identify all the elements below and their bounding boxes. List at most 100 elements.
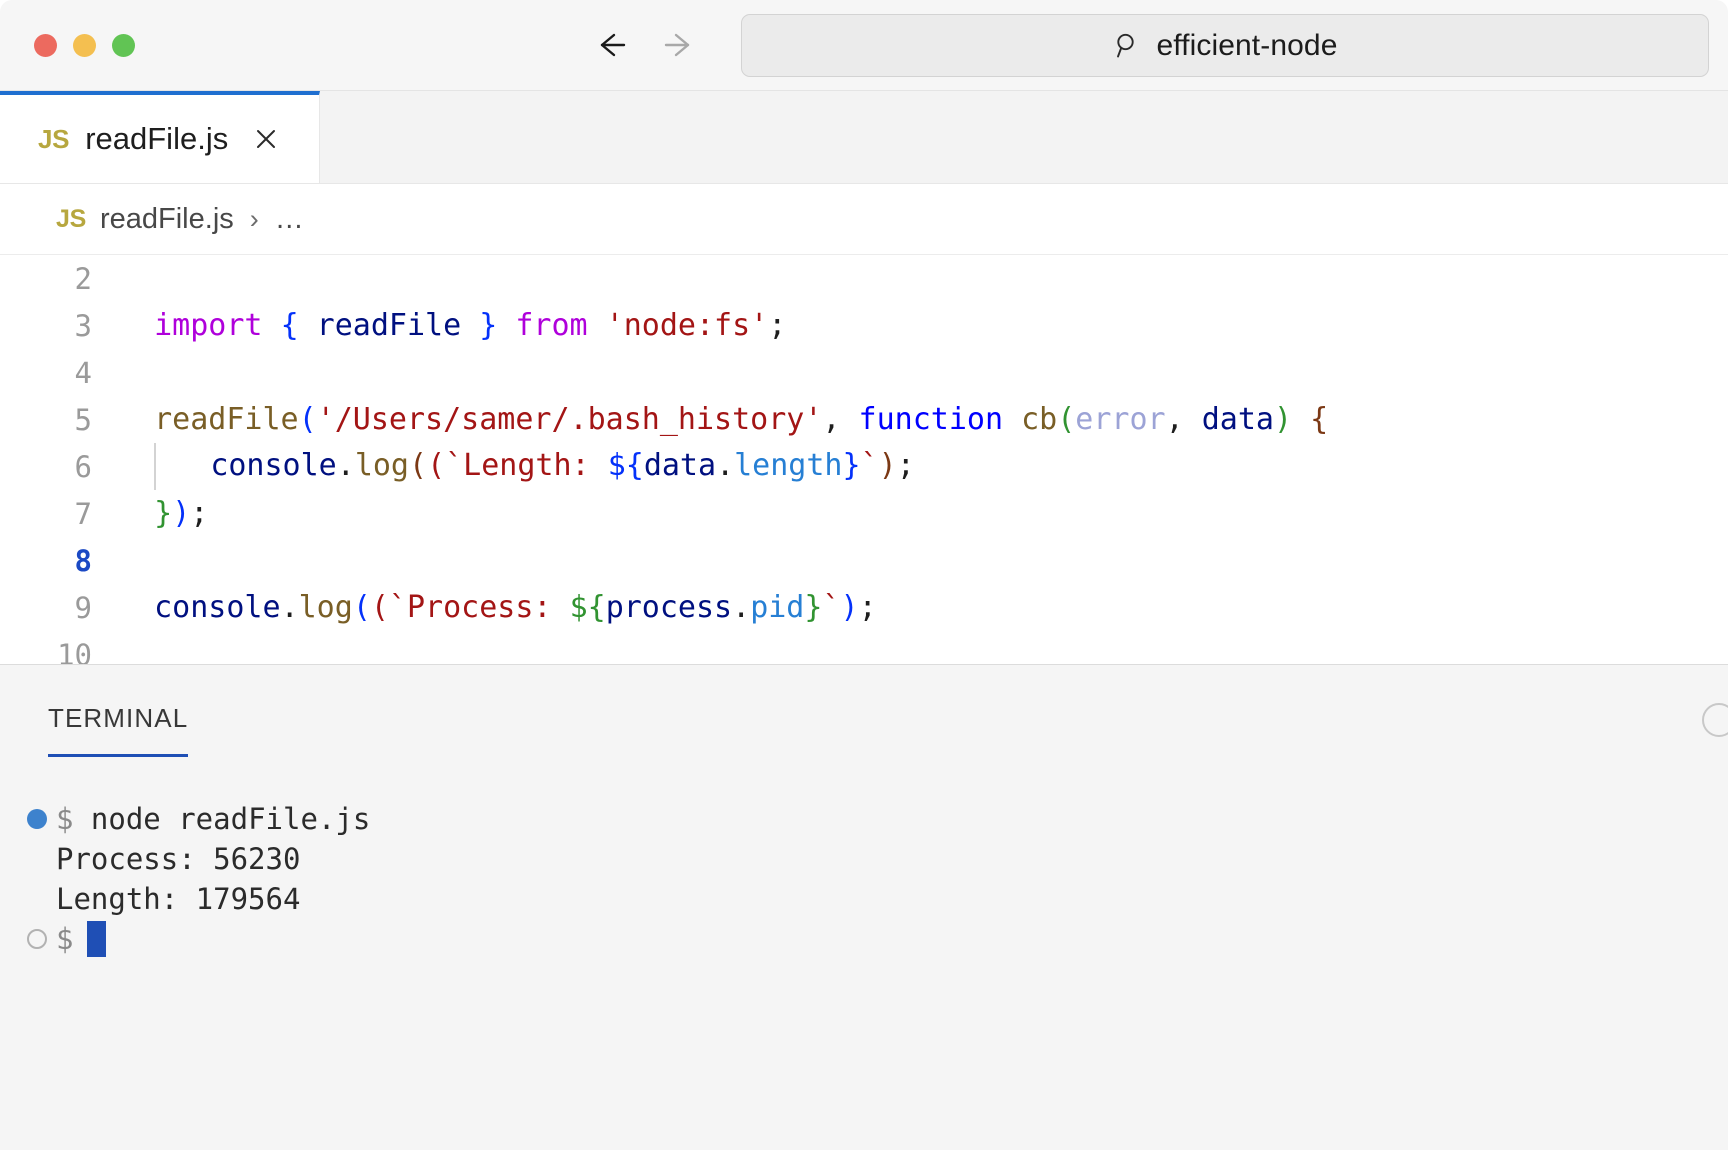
token-log: log bbox=[298, 590, 353, 625]
token-from-keyword: from bbox=[497, 308, 606, 343]
command-status-marker bbox=[18, 849, 56, 869]
code-line-2: 2 bbox=[0, 255, 1728, 302]
line-content[interactable]: readFile('/Users/samer/.bash_history', f… bbox=[118, 402, 1328, 437]
traffic-lights bbox=[34, 33, 135, 57]
token-paren-open: ( bbox=[352, 590, 371, 625]
token-paren-close: ) bbox=[172, 496, 191, 531]
token-dollar-brace: ${ bbox=[607, 448, 644, 483]
line-number: 2 bbox=[74, 261, 92, 296]
token-semicolon: ; bbox=[190, 496, 209, 531]
token-data-var: data bbox=[643, 448, 717, 483]
navigation-buttons bbox=[593, 27, 697, 63]
command-success-dot bbox=[27, 809, 47, 829]
breadcrumb-file[interactable]: readFile.js bbox=[100, 203, 234, 236]
token-brace-end: } bbox=[804, 590, 823, 625]
minimize-window-button[interactable] bbox=[73, 33, 96, 57]
token-paren-open-2: ( bbox=[1057, 402, 1076, 437]
token-console: console bbox=[210, 448, 337, 483]
code-line-9: 9 console.log((`Process: ${process.pid}`… bbox=[0, 584, 1728, 631]
token-path-string: '/Users/samer/.bash_history' bbox=[316, 402, 823, 437]
token-semicolon: ; bbox=[768, 308, 787, 343]
js-file-icon: JS bbox=[38, 123, 70, 154]
line-number: 10 bbox=[57, 637, 92, 665]
token-dot-2: . bbox=[716, 448, 735, 483]
token-function-keyword: function bbox=[858, 402, 1004, 437]
token-curly-close: } bbox=[154, 496, 173, 531]
code-line-5: 5 readFile('/Users/samer/.bash_history',… bbox=[0, 396, 1728, 443]
token-dot: . bbox=[336, 448, 355, 483]
no-marker bbox=[27, 849, 47, 869]
token-brace-end: } bbox=[842, 448, 861, 483]
terminal-output[interactable]: $ node readFile.js Process: 56230 Length… bbox=[0, 757, 1728, 1150]
token-semicolon: ; bbox=[896, 448, 915, 483]
code-line-6: 6 console.log((`Length: ${data.length}`)… bbox=[0, 443, 1728, 490]
token-template-open-length: (`Length: bbox=[427, 448, 608, 483]
search-input-value[interactable]: efficient-node bbox=[1157, 29, 1338, 63]
token-backtick-close: ` bbox=[860, 448, 879, 483]
token-brace-close: } bbox=[479, 308, 498, 343]
token-comma-2: , bbox=[1165, 402, 1202, 437]
tab-readfile-js[interactable]: JS readFile.js bbox=[0, 91, 320, 183]
token-length-prop: length bbox=[734, 448, 843, 483]
command-status-marker bbox=[18, 809, 56, 829]
line-number: 7 bbox=[74, 496, 92, 531]
js-file-icon: JS bbox=[56, 204, 86, 233]
token-log: log bbox=[354, 448, 409, 483]
token-process-var: process bbox=[605, 590, 733, 625]
breadcrumb-overflow[interactable]: … bbox=[275, 203, 304, 236]
arrow-right-icon[interactable] bbox=[661, 27, 697, 63]
token-comma: , bbox=[822, 402, 859, 437]
token-paren-close: ) bbox=[840, 590, 859, 625]
token-pid-prop: pid bbox=[750, 590, 805, 625]
token-curly-open: { bbox=[1292, 402, 1329, 437]
search-icon bbox=[1113, 31, 1143, 61]
command-center-search[interactable]: efficient-node bbox=[741, 14, 1709, 77]
token-console: console bbox=[154, 590, 281, 625]
shell-prompt-symbol: $ bbox=[56, 922, 74, 956]
vscode-window: efficient-node JS readFile.js JS readFil… bbox=[0, 0, 1728, 1150]
token-cb-name: cb bbox=[1003, 402, 1058, 437]
line-number: 9 bbox=[74, 590, 92, 625]
token-readfile-import: readFile bbox=[298, 308, 480, 343]
line-content[interactable]: console.log((`Process: ${process.pid}`); bbox=[118, 590, 877, 625]
command-status-marker bbox=[18, 929, 56, 949]
indent-guide bbox=[154, 443, 157, 490]
terminal-line-active[interactable]: $ bbox=[0, 919, 1728, 959]
token-import-keyword: import bbox=[154, 308, 263, 343]
line-number: 3 bbox=[74, 308, 92, 343]
token-paren-open: ( bbox=[298, 402, 317, 437]
code-editor[interactable]: 2 3 import { readFile } from 'node:fs'; … bbox=[0, 254, 1728, 664]
close-icon[interactable] bbox=[252, 125, 280, 153]
terminal-output-text: Length: 179564 bbox=[56, 882, 301, 916]
terminal-line: $ node readFile.js bbox=[0, 799, 1728, 839]
line-content[interactable]: import { readFile } from 'node:fs'; bbox=[118, 308, 786, 343]
terminal-line: Length: 179564 bbox=[0, 879, 1728, 919]
close-window-button[interactable] bbox=[34, 33, 57, 57]
line-content[interactable]: console.log((`Length: ${data.length}`); bbox=[118, 443, 915, 490]
token-data-param: data bbox=[1201, 402, 1274, 437]
terminal-line: Process: 56230 bbox=[0, 839, 1728, 879]
breadcrumb[interactable]: JS readFile.js › … bbox=[0, 184, 1728, 254]
tab-terminal[interactable]: TERMINAL bbox=[48, 703, 189, 757]
line-content[interactable]: }); bbox=[118, 496, 208, 531]
terminal-cursor bbox=[87, 921, 107, 957]
panel-tab-bar: TERMINAL bbox=[0, 665, 1728, 757]
token-paren-close: ) bbox=[878, 448, 897, 483]
code-line-4: 4 bbox=[0, 349, 1728, 396]
code-line-8: 8 bbox=[0, 537, 1728, 584]
token-paren-close: ) bbox=[1273, 402, 1293, 437]
title-bar: efficient-node bbox=[0, 0, 1728, 91]
token-backtick-close: ` bbox=[822, 590, 841, 625]
bottom-panel: TERMINAL $ node readFile.js Process: 562… bbox=[0, 664, 1728, 1150]
shell-prompt-symbol: $ bbox=[56, 802, 74, 836]
line-number: 4 bbox=[74, 355, 92, 390]
code-line-7: 7 }); bbox=[0, 490, 1728, 537]
token-semicolon: ; bbox=[858, 590, 877, 625]
token-paren-open: ( bbox=[409, 448, 428, 483]
line-number: 6 bbox=[74, 449, 92, 484]
maximize-window-button[interactable] bbox=[112, 33, 135, 57]
arrow-left-icon[interactable] bbox=[593, 27, 629, 63]
no-marker bbox=[27, 889, 47, 909]
circle-icon[interactable] bbox=[1702, 703, 1728, 737]
command-pending-dot bbox=[27, 929, 47, 949]
